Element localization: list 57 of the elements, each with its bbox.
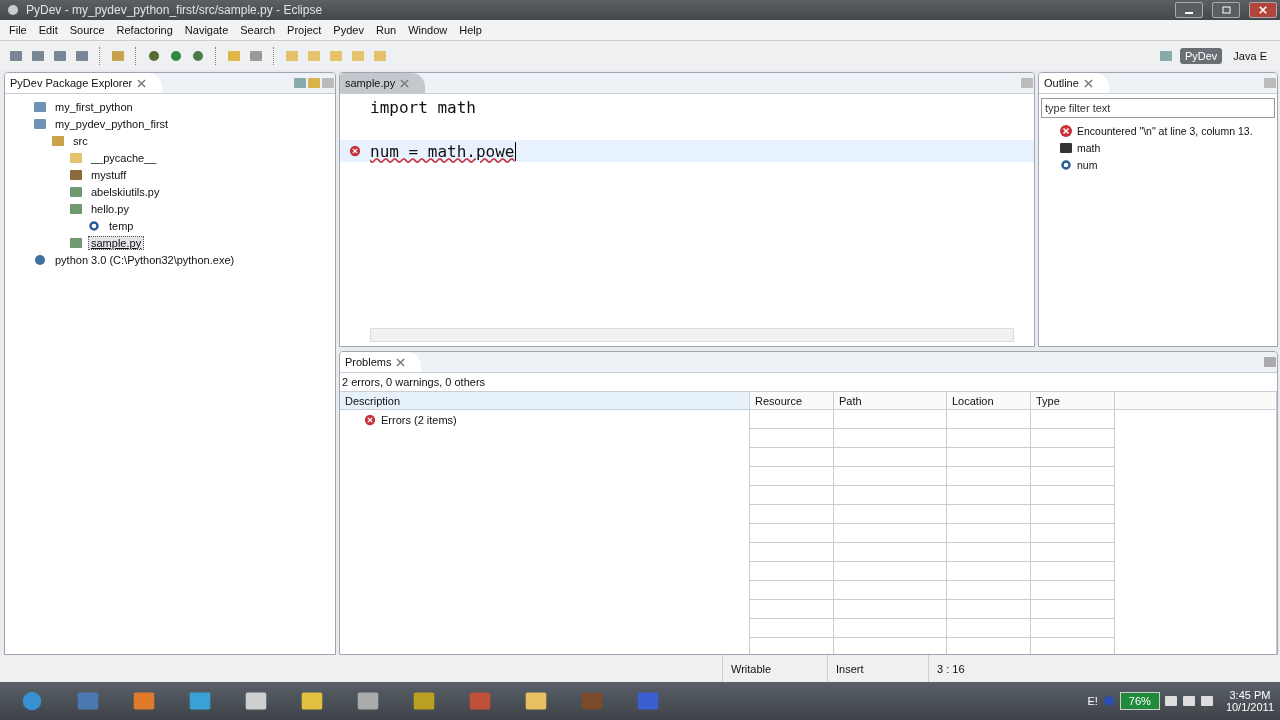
menu-item[interactable]: Help (454, 24, 487, 36)
close-icon[interactable] (400, 78, 410, 88)
code-line: import math (370, 97, 476, 117)
table-cell[interactable]: Errors (2 items) (381, 413, 457, 426)
tree-item[interactable]: abelskiutils.py (88, 184, 163, 199)
battery-indicator[interactable]: 76% (1119, 692, 1160, 710)
error-icon (1059, 123, 1073, 138)
code-line: num = math.powe (370, 141, 516, 161)
column-header[interactable]: Type (1031, 391, 1115, 410)
tree-item[interactable]: src (70, 133, 91, 148)
error-icon (349, 145, 361, 157)
error-icon (364, 413, 376, 426)
view-tab[interactable]: Problems (340, 352, 422, 372)
column-header[interactable]: Description (340, 391, 750, 410)
menu-item[interactable]: Navigate (179, 24, 234, 36)
variable-icon (1059, 157, 1073, 172)
close-icon[interactable] (1083, 78, 1093, 88)
window-title: PyDev - my_pydev_python_first/src/sample.py - Eclipse (26, 3, 324, 17)
filter-field[interactable]: type filter text (1041, 98, 1275, 118)
menu-item[interactable]: Refactoring (111, 24, 178, 36)
menu-item[interactable]: Search (235, 24, 281, 36)
tree-item[interactable]: hello.py (88, 201, 132, 216)
perspective-button[interactable]: PyDev (1179, 47, 1223, 64)
tree-item[interactable]: sample.py (88, 235, 145, 250)
maximize-button[interactable] (1212, 2, 1240, 18)
column-header[interactable]: Resource (750, 391, 834, 410)
minimize-button[interactable] (1175, 2, 1203, 18)
tree-item[interactable]: my_first_python (52, 99, 136, 114)
menu-item[interactable]: Edit (33, 24, 63, 36)
column-header[interactable]: Location (947, 391, 1031, 410)
close-icon[interactable] (396, 357, 406, 367)
clock[interactable]: 3:45 PM 10/1/2011 (1225, 689, 1274, 713)
menu-item[interactable]: Source (64, 24, 110, 36)
problems-summary: 2 errors, 0 warnings, 0 others (341, 375, 487, 390)
view-tab[interactable]: PyDev Package Explorer (5, 73, 163, 93)
tree-item[interactable]: __pycache__ (88, 150, 160, 165)
menu-item[interactable]: File (4, 24, 32, 36)
menu-item[interactable]: Pydev (328, 24, 369, 36)
view-tab[interactable]: Outline (1039, 73, 1109, 93)
tree-item[interactable]: mystuff (88, 167, 130, 182)
variable-icon (87, 218, 101, 233)
menu-item[interactable]: Run (370, 24, 402, 36)
editor-tab[interactable]: sample.py (340, 73, 426, 93)
outline-item[interactable]: Encountered "\n" at line 3, column 13. (1077, 124, 1253, 137)
outline-item[interactable]: math (1077, 141, 1101, 154)
tree-item[interactable]: temp (106, 218, 137, 233)
close-icon[interactable] (137, 78, 147, 88)
close-icon (1259, 6, 1267, 14)
language-indicator[interactable]: E! (1087, 695, 1098, 707)
perspective-button[interactable]: Java E (1228, 47, 1272, 64)
tree-item[interactable]: python 3.0 (C:\Python32\python.exe) (52, 252, 238, 267)
column-header[interactable]: Path (834, 391, 947, 410)
close-button[interactable] (1249, 2, 1277, 18)
outline-item[interactable]: num (1077, 158, 1098, 171)
tree-item[interactable]: my_pydev_python_first (52, 116, 172, 131)
menu-item[interactable]: Project (282, 24, 327, 36)
menu-item[interactable]: Window (403, 24, 453, 36)
